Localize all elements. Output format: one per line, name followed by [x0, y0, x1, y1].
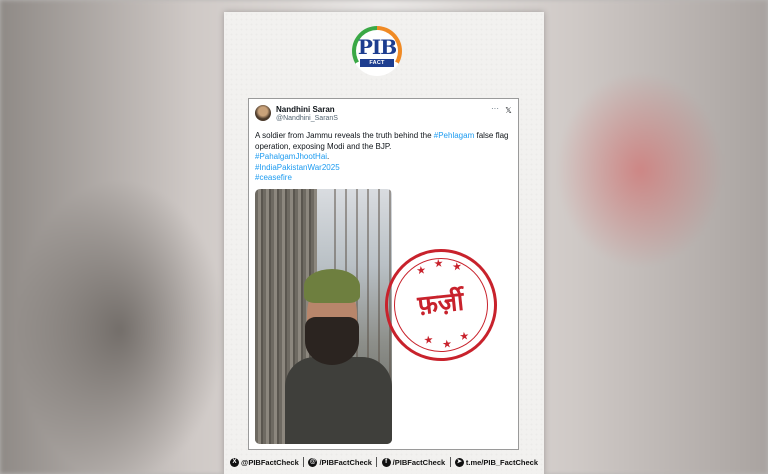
stamp-star-icon: ★	[433, 257, 445, 271]
social-label: @PIBFactCheck	[241, 457, 299, 467]
divider	[449, 457, 451, 467]
author-name: Nandhini Saran	[276, 105, 335, 114]
divider	[303, 457, 305, 467]
tweet-text: A soldier from Jammu reveals the truth b…	[255, 131, 515, 184]
author-handle: @Nandhini_SaranS	[276, 115, 338, 122]
social-footer: X @PIBFactCheck @ /PIBFactCheck f /PIBFa…	[226, 453, 542, 471]
logo-text: PIB	[357, 35, 397, 59]
hashtag-indiapakistanwar2025[interactable]: #IndiaPakistanWar2025	[255, 163, 340, 172]
social-label: /PIBFactCheck	[392, 457, 446, 467]
fact-check-card: PIB FACT CHECK Nandhini Saran @Nandhini_…	[224, 12, 544, 474]
hashtag-ceasefire[interactable]: #ceasefire	[255, 173, 292, 182]
stamp-star-icon: ★	[415, 264, 427, 278]
hashtag-pehlagam[interactable]: #Pehlagam	[434, 131, 474, 140]
logo-subtitle: FACT CHECK	[360, 59, 394, 74]
more-options-icon[interactable]: ···	[491, 104, 499, 113]
social-facebook[interactable]: f /PIBFactCheck	[381, 457, 446, 467]
stamp-star-icon: ★	[458, 330, 470, 344]
person-beanie	[304, 269, 360, 303]
tweet-screenshot: Nandhini Saran @Nandhini_SaranS ··· 𝕏 A …	[248, 98, 519, 450]
facebook-icon: f	[381, 457, 391, 467]
telegram-icon: ➤	[454, 457, 464, 467]
person-body	[285, 357, 392, 444]
hashtag-suffix: .	[327, 152, 330, 161]
video-thumbnail[interactable]	[255, 189, 392, 444]
person-beard	[305, 317, 359, 365]
social-threads[interactable]: @ /PIBFactCheck	[308, 457, 372, 467]
x-logo-icon: 𝕏	[505, 106, 512, 115]
divider	[376, 457, 378, 467]
stamp-star-icon: ★	[451, 260, 463, 274]
social-x[interactable]: X @PIBFactCheck	[230, 457, 299, 467]
stamp-star-icon: ★	[423, 334, 435, 347]
avatar	[255, 105, 271, 121]
fake-stamp: ★ ★ ★ ★ ★ ★ फ़र्ज़ी	[379, 243, 503, 367]
social-telegram[interactable]: ➤ t.me/PIB_FactCheck	[454, 457, 538, 467]
social-label: /PIBFactCheck	[319, 457, 372, 467]
social-label: t.me/PIB_FactCheck	[465, 457, 538, 467]
hashtag-pahalgamjhoothai[interactable]: #PahalgamJhootHai	[255, 152, 327, 161]
tweet-text-pre: A soldier from Jammu reveals the truth b…	[255, 131, 434, 140]
x-icon: X	[230, 457, 239, 467]
pib-fact-check-logo: PIB FACT CHECK	[352, 26, 402, 76]
threads-icon: @	[308, 457, 318, 467]
stamp-star-icon: ★	[441, 338, 453, 352]
